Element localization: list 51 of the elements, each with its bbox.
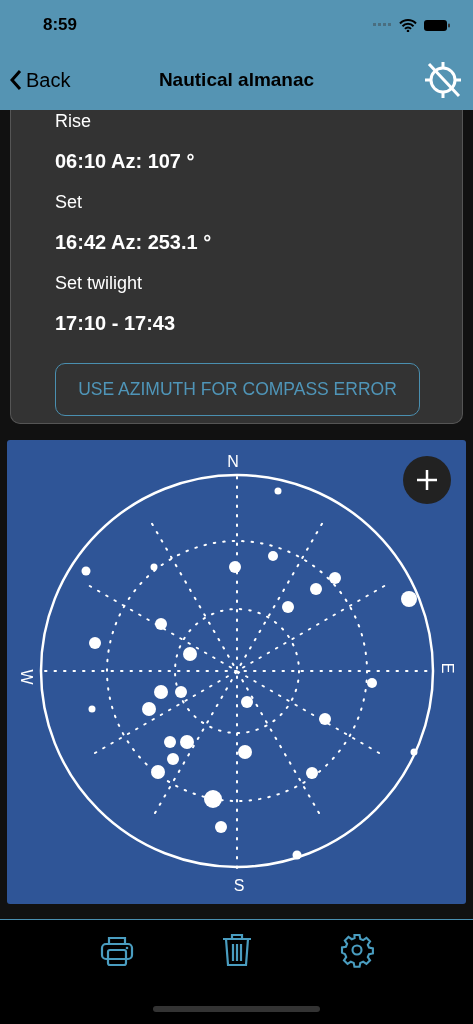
star-dot	[319, 713, 331, 725]
plus-icon	[416, 469, 438, 491]
star-dot	[164, 736, 176, 748]
back-chevron-icon	[10, 69, 22, 91]
star-dot	[241, 696, 253, 708]
star-dot	[88, 705, 96, 713]
star-dot	[215, 821, 227, 833]
signal-icon	[373, 23, 393, 27]
star-dot	[268, 551, 278, 561]
star-dot	[229, 561, 241, 573]
event-value: 16:42 Az: 253.1 °	[55, 231, 213, 253]
star-dot	[167, 753, 179, 765]
star-dot	[89, 637, 101, 649]
event-value: 06:10 Az: 107 °	[55, 150, 196, 172]
event-label: Set	[55, 191, 84, 213]
star-dot	[274, 487, 282, 495]
compass-direction-label: S	[233, 876, 245, 894]
star-dot	[142, 702, 156, 716]
star-dot	[81, 566, 91, 576]
battery-icon	[423, 18, 451, 32]
add-button[interactable]	[403, 456, 451, 504]
star-dot	[180, 735, 194, 749]
star-dot	[292, 850, 302, 860]
star-dot	[155, 618, 167, 630]
star-dot	[367, 678, 377, 688]
star-dot	[204, 790, 222, 808]
wifi-icon	[399, 18, 417, 32]
star-dot	[306, 767, 318, 779]
star-dot	[175, 686, 187, 698]
compass-direction-label: E	[438, 662, 456, 674]
star-dot	[401, 591, 417, 607]
screen-title: Nautical almanac	[158, 69, 315, 90]
status-time: 8:59	[43, 15, 78, 35]
compass-direction-label: N	[227, 452, 239, 470]
star-dot	[329, 572, 341, 584]
star-dot	[150, 563, 158, 571]
settings-button[interactable]	[338, 932, 375, 968]
event-label: Rise	[55, 110, 92, 132]
star-dot	[154, 685, 168, 699]
location-off-icon[interactable]	[423, 60, 463, 100]
star-dot	[282, 601, 294, 613]
event-value: 17:10 - 17:43	[55, 312, 177, 334]
star-dot	[310, 583, 322, 595]
compass-error-button[interactable]: USE AZIMUTH FOR COMPASS ERROR	[55, 363, 420, 416]
star-dot	[410, 748, 418, 756]
back-button[interactable]: Back	[10, 68, 71, 92]
star-dot	[238, 745, 252, 759]
event-label: Set twilight	[55, 272, 144, 294]
star-dot	[151, 765, 165, 779]
compass-direction-label: W	[17, 669, 35, 685]
star-dot	[183, 647, 197, 661]
